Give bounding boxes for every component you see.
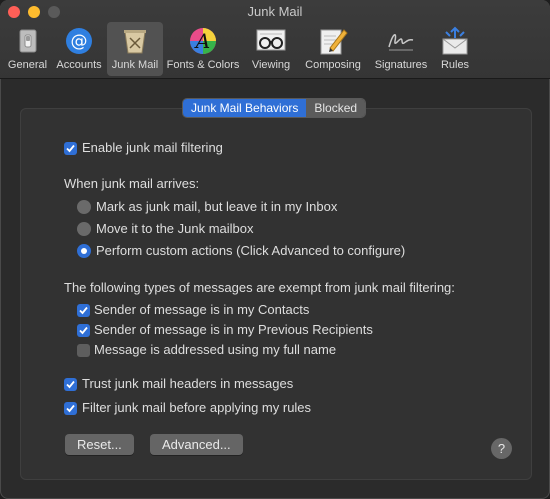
- enable-filtering-label: Enable junk mail filtering: [82, 140, 223, 155]
- radio-custom-actions-label: Perform custom actions (Click Advanced t…: [96, 243, 406, 258]
- rules-envelope-icon: [439, 25, 471, 57]
- tab-accounts[interactable]: @ Accounts: [51, 22, 107, 76]
- radio-move-to-junk-label: Move it to the Junk mailbox: [96, 221, 254, 236]
- at-sign-icon: @: [63, 25, 95, 57]
- preferences-window: Junk Mail General @ Accounts Junk Mail A…: [0, 0, 550, 499]
- behavior-tabs: Junk Mail Behaviors Blocked: [182, 98, 367, 118]
- tab-viewing[interactable]: Viewing: [243, 22, 299, 76]
- exempt-full-name-checkbox[interactable]: [77, 344, 90, 357]
- radio-custom-actions[interactable]: [77, 244, 91, 258]
- tab-accounts-label: Accounts: [56, 59, 102, 71]
- svg-text:@: @: [71, 32, 88, 52]
- tab-junk-mail-label: Junk Mail: [111, 59, 159, 71]
- exempt-previous-recipients-checkbox[interactable]: [77, 324, 90, 337]
- tab-junk-mail-behaviors[interactable]: Junk Mail Behaviors: [183, 99, 307, 117]
- tab-fonts-colors-label: Fonts & Colors: [166, 59, 240, 71]
- tab-rules-label: Rules: [440, 59, 470, 71]
- junk-mail-settings-panel: Enable junk mail filtering When junk mai…: [20, 108, 532, 480]
- trust-headers-checkbox[interactable]: [64, 378, 77, 391]
- title-bar: Junk Mail General @ Accounts Junk Mail A…: [0, 0, 550, 79]
- radio-mark-as-junk-label: Mark as junk mail, but leave it in my In…: [96, 199, 338, 214]
- tab-signatures[interactable]: Signatures: [367, 22, 435, 76]
- enable-filtering-checkbox[interactable]: [64, 142, 77, 155]
- tab-blocked[interactable]: Blocked: [306, 99, 366, 117]
- checkmark-icon: [79, 326, 88, 335]
- checkmark-icon: [66, 144, 75, 153]
- filter-before-rules-checkbox[interactable]: [64, 402, 77, 415]
- signature-icon: [385, 25, 417, 57]
- tab-composing[interactable]: Composing: [299, 22, 367, 76]
- advanced-button[interactable]: Advanced...: [150, 434, 243, 455]
- tab-junk-mail[interactable]: Junk Mail: [107, 22, 163, 76]
- glasses-icon: [255, 25, 287, 57]
- exempt-contacts-label: Sender of message is in my Contacts: [94, 302, 310, 317]
- preferences-toolbar: General @ Accounts Junk Mail A Fonts & C…: [4, 22, 475, 76]
- checkmark-icon: [66, 380, 75, 389]
- tab-viewing-label: Viewing: [251, 59, 291, 71]
- exempt-full-name-label: Message is addressed using my full name: [94, 342, 337, 357]
- window-title: Junk Mail: [247, 4, 303, 19]
- reset-button[interactable]: Reset...: [65, 434, 134, 455]
- trash-icon: [119, 25, 151, 57]
- exempt-contacts-checkbox[interactable]: [77, 304, 90, 317]
- exempt-heading: The following types of messages are exem…: [64, 280, 455, 295]
- general-icon: [12, 25, 44, 57]
- svg-text:A: A: [194, 29, 210, 53]
- help-button[interactable]: ?: [491, 438, 512, 459]
- pencil-icon: [317, 25, 349, 57]
- tab-fonts-colors[interactable]: A Fonts & Colors: [163, 22, 243, 76]
- tab-rules[interactable]: Rules: [435, 22, 475, 76]
- checkmark-icon: [66, 404, 75, 413]
- radio-move-to-junk[interactable]: [77, 222, 91, 236]
- arrival-heading: When junk mail arrives:: [64, 176, 200, 191]
- filter-before-rules-label: Filter junk mail before applying my rule…: [82, 400, 312, 415]
- tab-signatures-label: Signatures: [374, 59, 428, 71]
- trust-headers-label: Trust junk mail headers in messages: [82, 376, 294, 391]
- tab-general-label: General: [7, 59, 48, 71]
- font-color-icon: A: [187, 25, 219, 57]
- tab-composing-label: Composing: [305, 59, 361, 71]
- radio-mark-as-junk[interactable]: [77, 200, 91, 214]
- exempt-previous-recipients-label: Sender of message is in my Previous Reci…: [94, 322, 373, 337]
- checkmark-icon: [79, 306, 88, 315]
- tab-general[interactable]: General: [4, 22, 51, 76]
